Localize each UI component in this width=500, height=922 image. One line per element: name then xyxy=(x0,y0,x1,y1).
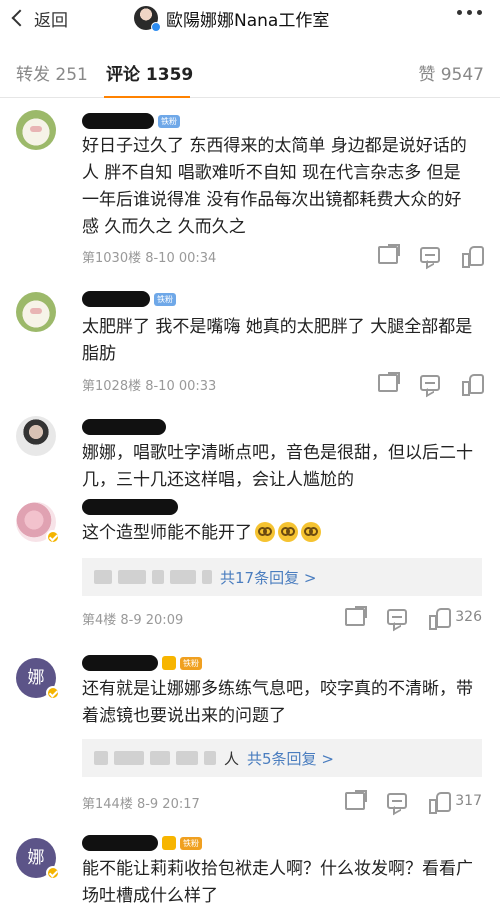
comment-actions: 326 xyxy=(345,606,482,630)
comment-item: 娜 铁粉 能不能让莉莉收拾包袱走人啊？什么妆发啊？看看广场吐槽成什么样了 xyxy=(0,826,500,922)
vip-icon xyxy=(162,836,176,850)
comment-text-content: 这个造型师能不能开了 xyxy=(82,523,252,543)
like-button[interactable] xyxy=(462,374,484,396)
replies-box[interactable]: 人 共5条回复 > xyxy=(82,739,482,777)
title-text: 歐陽娜娜Nana工作室 xyxy=(166,10,330,31)
verified-icon xyxy=(46,530,60,544)
comment-text: 能不能让莉莉收拾包袱走人啊？什么妆发啊？看看广场吐槽成什么样了 xyxy=(82,859,473,906)
username[interactable]: 铁粉 xyxy=(82,654,202,672)
share-icon xyxy=(378,244,400,264)
comment-actions xyxy=(378,244,484,268)
comment-text: 好日子过久了 东西得来的太简单 身边都是说好话的人 胖不自知 唱歌难听不自知 现… xyxy=(82,136,467,237)
vip-icon xyxy=(162,656,176,670)
share-button[interactable] xyxy=(378,244,400,264)
redacted-name xyxy=(82,655,158,671)
username[interactable]: 铁粉 xyxy=(82,112,180,130)
tab-likes[interactable]: 赞 9547 xyxy=(418,60,484,85)
username[interactable] xyxy=(82,418,166,436)
share-icon xyxy=(345,606,368,626)
comment-item: 娜娜，唱歌吐字清晰点吧，音色是很甜，但以后二十几，三十几还这样唱，会让人尴尬的 xyxy=(0,410,500,490)
replies-box[interactable]: 共17条回复 > xyxy=(82,558,482,596)
dizzy-face-icon xyxy=(278,522,298,542)
dizzy-face-icon xyxy=(255,522,275,542)
tab-comments[interactable]: 评论 1359 xyxy=(106,60,193,85)
thumbs-up-icon xyxy=(462,374,484,396)
redacted-name xyxy=(82,113,154,129)
comment-item: 铁粉 太肥胖了 我不是嘴嗨 她真的太肥胖了 大腿全部都是脂肪 第1028楼 8-… xyxy=(0,282,500,400)
fan-badge: 铁粉 xyxy=(158,114,180,128)
reply-button[interactable] xyxy=(420,375,440,391)
share-icon xyxy=(345,790,368,810)
comment-icon xyxy=(387,793,408,809)
fan-badge: 铁粉 xyxy=(180,656,202,670)
tab-bar: 转发 251 评论 1359 赞 9547 xyxy=(0,44,500,98)
top-bar: 返回 歐陽娜娜Nana工作室 xyxy=(0,0,500,40)
like-count: 317 xyxy=(455,793,482,809)
blurred-names xyxy=(94,751,216,765)
username[interactable]: 铁粉 xyxy=(82,290,176,308)
thumbs-up-icon xyxy=(429,792,452,814)
tab-reposts[interactable]: 转发 251 xyxy=(16,60,88,85)
view-replies-link[interactable]: 共17条回复 > xyxy=(220,567,316,588)
like-button[interactable]: 317 xyxy=(429,792,482,814)
verified-icon xyxy=(46,686,60,700)
thumbs-up-icon xyxy=(462,246,484,268)
comment-icon xyxy=(387,609,408,625)
view-replies-link[interactable]: 共5条回复 > xyxy=(247,748,334,769)
comment-actions xyxy=(378,372,484,396)
avatar[interactable] xyxy=(16,416,56,456)
verified-icon xyxy=(151,22,161,32)
like-count: 326 xyxy=(455,609,482,625)
share-icon xyxy=(378,372,400,392)
comment-text: 娜娜，唱歌吐字清晰点吧，音色是很甜，但以后二十几，三十几还这样唱，会让人尴尬的 xyxy=(82,443,473,490)
redacted-name xyxy=(82,419,166,435)
chevron-left-icon xyxy=(11,9,29,27)
redacted-name xyxy=(82,291,150,307)
comment-icon xyxy=(420,375,440,391)
comment-text: 还有就是让娜娜多练练气息吧，咬字真的不清晰，带着滤镜也要说出来的问题了 xyxy=(82,679,473,726)
like-button[interactable] xyxy=(462,246,484,268)
comment-item: 娜 铁粉 还有就是让娜娜多练练气息吧，咬字真的不清晰，带着滤镜也要说出来的问题了… xyxy=(0,648,500,818)
avatar[interactable] xyxy=(134,6,161,32)
share-button[interactable] xyxy=(378,372,400,392)
comment-meta: 第1030楼 8-10 00:34 xyxy=(82,251,217,266)
back-label: 返回 xyxy=(34,10,68,31)
comment-text: 这个造型师能不能开了 xyxy=(82,520,474,547)
page-title: 歐陽娜娜Nana工作室 xyxy=(134,3,329,33)
comment-meta: 第1028楼 8-10 00:33 xyxy=(82,379,217,394)
fan-badge: 铁粉 xyxy=(154,292,176,306)
comment-icon xyxy=(420,247,440,263)
dizzy-face-icon xyxy=(301,522,321,542)
blurred-names xyxy=(94,570,212,584)
share-button[interactable] xyxy=(345,790,368,810)
comment-item: 铁粉 好日子过久了 东西得来的太简单 身边都是说好话的人 胖不自知 唱歌难听不自… xyxy=(0,100,500,272)
username[interactable] xyxy=(82,498,178,516)
comment-meta: 第144楼 8-9 20:17 xyxy=(82,797,200,812)
reply-button[interactable] xyxy=(387,793,408,809)
thumbs-up-icon xyxy=(429,608,452,630)
reply-name-suffix: 人 xyxy=(224,749,240,768)
comment-actions: 317 xyxy=(345,790,482,814)
comment-item: 这个造型师能不能开了 共17条回复 > 第4楼 8-9 20:09 326 xyxy=(0,492,500,630)
active-tab-indicator xyxy=(104,96,190,98)
redacted-name xyxy=(82,499,178,515)
reply-button[interactable] xyxy=(420,247,440,263)
back-button[interactable]: 返回 xyxy=(10,6,68,31)
reply-button[interactable] xyxy=(387,609,408,625)
username[interactable]: 铁粉 xyxy=(82,834,202,852)
verified-icon xyxy=(46,866,60,880)
fan-badge: 铁粉 xyxy=(180,836,202,850)
comment-text: 太肥胖了 我不是嘴嗨 她真的太肥胖了 大腿全部都是脂肪 xyxy=(82,317,473,364)
more-icon[interactable] xyxy=(457,10,482,15)
share-button[interactable] xyxy=(345,606,368,626)
avatar[interactable] xyxy=(16,292,56,332)
redacted-name xyxy=(82,835,158,851)
comment-meta: 第4楼 8-9 20:09 xyxy=(82,613,184,628)
like-button[interactable]: 326 xyxy=(429,608,482,630)
avatar[interactable] xyxy=(16,110,56,150)
